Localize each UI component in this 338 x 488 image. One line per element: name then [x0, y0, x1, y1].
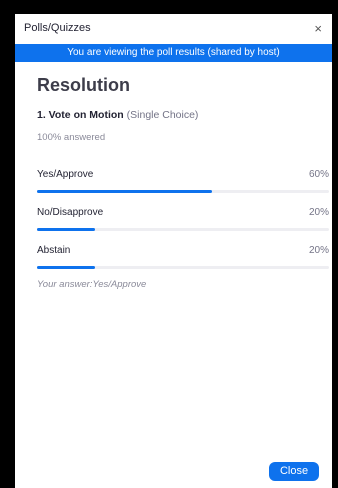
- question-type: (Single Choice): [126, 109, 199, 121]
- results-banner: You are viewing the poll results (shared…: [15, 44, 332, 62]
- option-percent: 60%: [308, 169, 329, 180]
- option-row: Abstain 20%: [37, 245, 329, 273]
- result-bar-track: [37, 190, 329, 193]
- window-title: Polls/Quizzes: [24, 22, 91, 34]
- title-bar: Polls/Quizzes ×: [15, 14, 332, 44]
- close-icon[interactable]: ×: [314, 22, 322, 35]
- option-percent: 20%: [308, 245, 329, 256]
- your-answer: Your answer:Yes/Approve: [37, 279, 147, 290]
- polls-window: Polls/Quizzes × You are viewing the poll…: [15, 14, 332, 488]
- result-bar-fill: [37, 266, 96, 269]
- option-label: No/Disapprove: [37, 207, 104, 218]
- question-title: 1. Vote on Motion: [37, 109, 124, 121]
- question: 1. Vote on Motion (Single Choice): [37, 109, 198, 121]
- option-label: Abstain: [37, 245, 71, 256]
- result-bar-fill: [37, 228, 96, 231]
- result-bar-track: [37, 228, 329, 231]
- close-button[interactable]: Close: [269, 462, 319, 481]
- option-row: No/Disapprove 20%: [37, 207, 329, 235]
- result-bar-fill: [37, 190, 213, 193]
- answered-status: 100% answered: [37, 132, 106, 143]
- result-bar-track: [37, 266, 329, 269]
- option-label: Yes/Approve: [37, 169, 94, 180]
- option-row: Yes/Approve 60%: [37, 169, 329, 197]
- option-percent: 20%: [308, 207, 329, 218]
- poll-title: Resolution: [37, 75, 130, 95]
